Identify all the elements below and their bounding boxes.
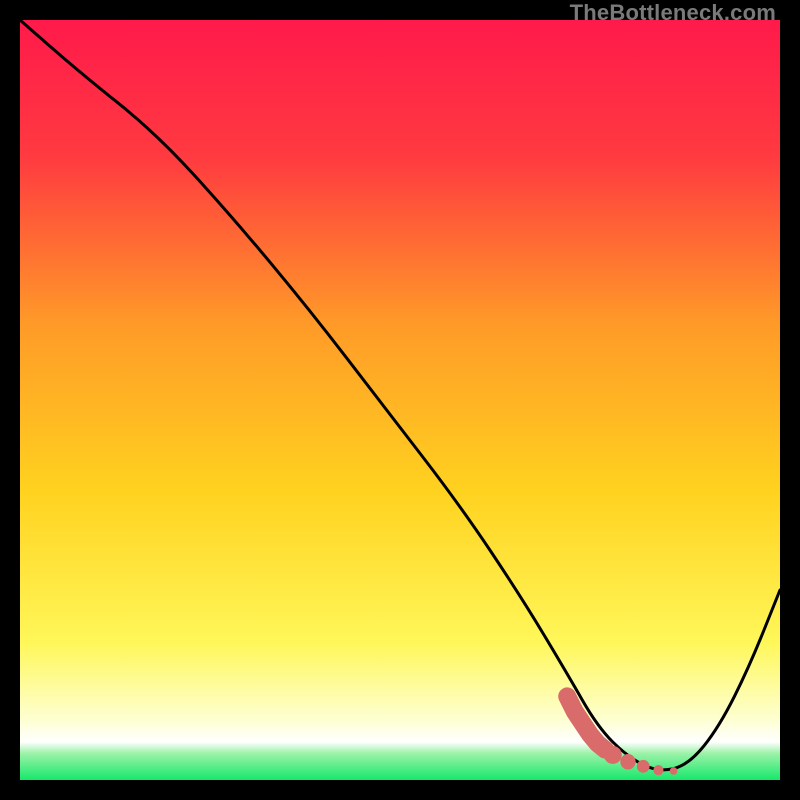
watermark-text: TheBottleneck.com	[570, 0, 776, 26]
bottleneck-chart	[20, 20, 780, 780]
optimal-zone-dot	[620, 754, 635, 769]
optimal-zone-dot	[653, 765, 663, 775]
chart-frame	[20, 20, 780, 780]
optimal-zone-dot	[604, 746, 622, 764]
optimal-zone-dot	[670, 767, 678, 775]
gradient-background	[20, 20, 780, 780]
optimal-zone-dot	[637, 760, 650, 773]
